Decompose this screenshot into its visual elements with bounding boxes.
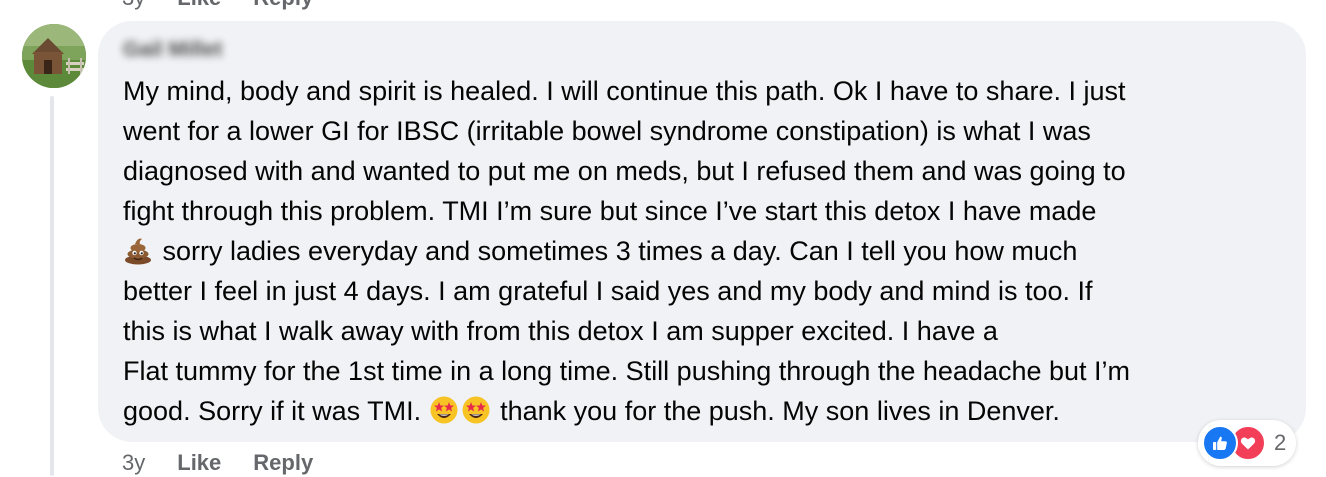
comment-text: My mind, body and spirit is healed. I wi… — [123, 71, 1282, 431]
thread-line — [50, 96, 54, 476]
comment-line: diagnosed with and wanted to put me on m… — [123, 151, 1282, 191]
comment-line-text: sorry ladies everyday and sometimes 3 ti… — [155, 236, 1078, 266]
comment-line-text: good. Sorry if it was TMI. — [123, 396, 429, 426]
comment-line: this is what I walk away with from this … — [123, 311, 1282, 351]
comment-line: fight through this problem. TMI I’m sure… — [123, 191, 1282, 231]
previous-like-button[interactable]: Like — [177, 0, 221, 11]
comment-line: sorry ladies everyday and sometimes 3 ti… — [123, 231, 1282, 271]
reaction-count: 2 — [1274, 430, 1287, 455]
comment-line: Flat tummy for the 1st time in a long ti… — [123, 351, 1282, 391]
comment-line-text: diagnosed with and wanted to put me on m… — [123, 156, 1126, 186]
star-struck-emoji-icon — [429, 395, 459, 425]
reaction-summary[interactable]: 2 — [1198, 420, 1297, 466]
star-struck-emoji-icon — [461, 395, 491, 425]
comment-line: My mind, body and spirit is healed. I wi… — [123, 71, 1282, 111]
comment-line-text: Flat tummy for the 1st time in a long ti… — [123, 356, 1131, 386]
like-reaction-icon — [1202, 425, 1238, 461]
comment-line: went for a lower GI for IBSC (irritable … — [123, 111, 1282, 151]
comment-line-text: went for a lower GI for IBSC (irritable … — [123, 116, 1091, 146]
comment-line-text: thank you for the push. My son lives in … — [492, 396, 1060, 426]
comment-line-text: this is what I walk away with from this … — [123, 316, 998, 346]
reply-button[interactable]: Reply — [253, 450, 313, 476]
comment-line-text: fight through this problem. TMI I’m sure… — [123, 196, 1097, 226]
comment-line: better I feel in just 4 days. I am grate… — [123, 271, 1282, 311]
previous-comment-timestamp[interactable]: 3y — [122, 0, 145, 11]
poop-emoji-icon — [123, 235, 153, 265]
previous-comment-actions: 3y Like Reply — [122, 0, 313, 10]
comment-line: good. Sorry if it was TMI. thank you for… — [123, 391, 1282, 431]
comment-author-name[interactable]: Gail Millet — [123, 35, 1282, 65]
previous-reply-button[interactable]: Reply — [253, 0, 313, 11]
comment-bubble: Gail Millet My mind, body and spirit is … — [98, 21, 1306, 442]
avatar[interactable] — [22, 24, 86, 88]
like-button[interactable]: Like — [177, 450, 221, 476]
comment-line-text: My mind, body and spirit is healed. I wi… — [123, 76, 1126, 106]
comment-actions: 3y Like Reply — [122, 449, 313, 477]
comment-line-text: better I feel in just 4 days. I am grate… — [123, 276, 1093, 306]
comment-timestamp[interactable]: 3y — [122, 450, 145, 476]
